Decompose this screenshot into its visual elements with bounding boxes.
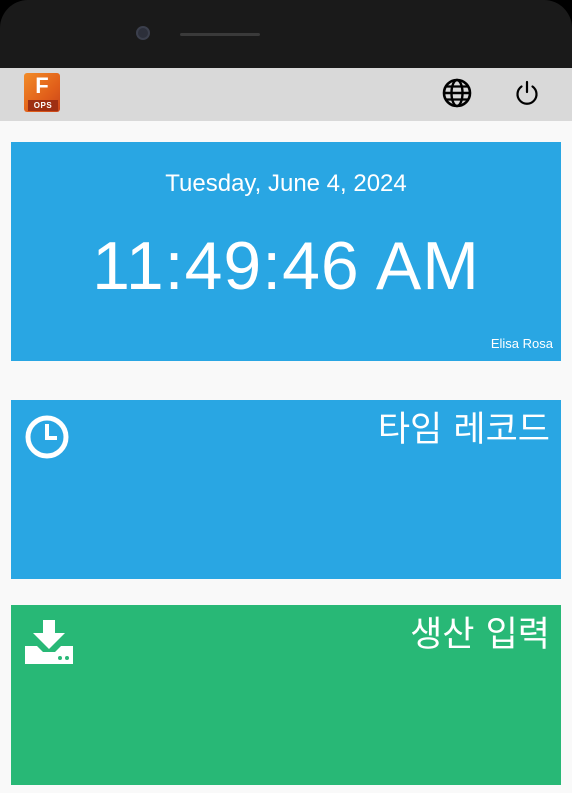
time-record-label: 타임 레코드 bbox=[377, 410, 550, 450]
app-screen: F OPS Tuesday, June 4, 2024 11:49:46 AM … bbox=[0, 68, 572, 793]
logout-button[interactable] bbox=[510, 76, 544, 110]
download-icon bbox=[25, 620, 73, 664]
production-input-tile[interactable]: 생산 입력 bbox=[11, 605, 561, 785]
language-button[interactable] bbox=[440, 76, 474, 110]
phone-bezel bbox=[0, 0, 572, 68]
globe-icon bbox=[442, 78, 472, 108]
current-time: 11:49:46 AM bbox=[92, 228, 480, 304]
clock-card: Tuesday, June 4, 2024 11:49:46 AM Elisa … bbox=[11, 142, 561, 361]
current-date: Tuesday, June 4, 2024 bbox=[165, 170, 407, 197]
time-record-tile[interactable]: 타임 레코드 bbox=[11, 400, 561, 579]
front-camera bbox=[136, 26, 150, 40]
clock-icon bbox=[25, 415, 69, 459]
earpiece-speaker bbox=[180, 33, 260, 36]
app-header: F OPS bbox=[0, 68, 572, 121]
logo-badge: OPS bbox=[28, 100, 58, 111]
user-name: Elisa Rosa bbox=[490, 336, 553, 351]
power-icon bbox=[516, 80, 538, 105]
logo-letter: F bbox=[35, 73, 49, 98]
production-input-label: 생산 입력 bbox=[410, 615, 550, 655]
app-logo[interactable]: F OPS bbox=[24, 73, 60, 112]
